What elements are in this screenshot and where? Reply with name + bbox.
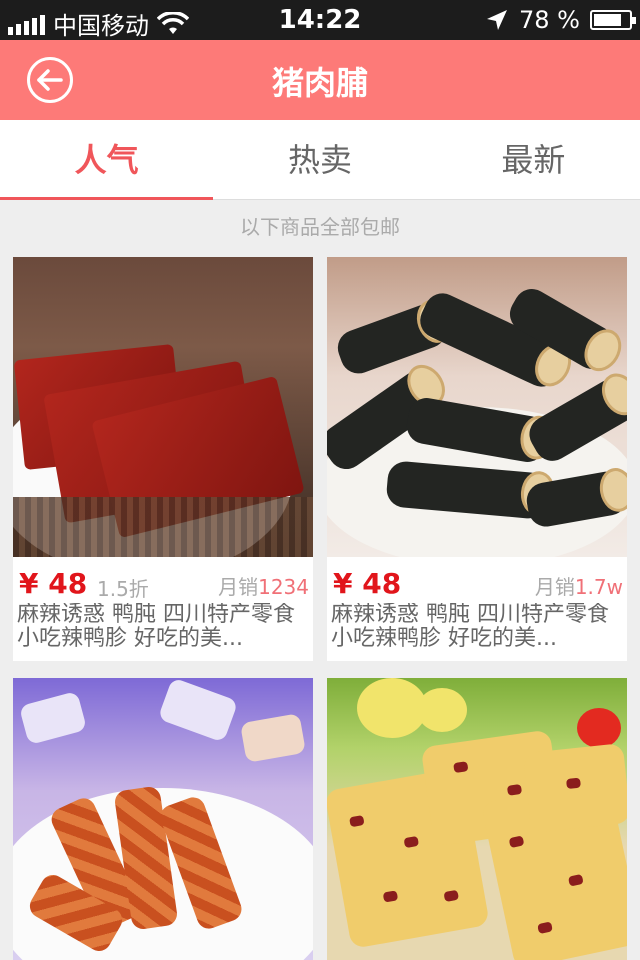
product-price: ¥ 48: [333, 567, 402, 600]
sales-value: 1234: [258, 575, 309, 599]
product-monthly-sales: 月销1234: [218, 571, 309, 600]
product-image-jerky[interactable]: [13, 257, 313, 557]
product-discount: 1.5折: [97, 577, 149, 601]
tab-bar: 人气 热卖 最新: [0, 120, 640, 200]
page-title: 猪肉脯: [271, 64, 368, 102]
sales-label: 月销: [534, 575, 575, 599]
product-description: 麻辣诱惑 鸭肫 四川特产零食小吃辣鸭胗 好吃的美...: [17, 603, 295, 651]
product-card[interactable]: [327, 678, 627, 960]
product-price: ¥ 48: [19, 567, 88, 600]
product-info: ¥ 48 1.5折 月销1234 麻辣诱惑 鸭肫 四川特产零食小吃辣鸭胗 好吃的…: [13, 557, 313, 661]
sales-value: 1.7w: [574, 575, 623, 599]
product-card[interactable]: ¥ 48 月销1.7w 麻辣诱惑 鸭肫 四川特产零食小吃辣鸭胗 好吃的美...: [327, 257, 627, 661]
product-card[interactable]: [13, 678, 313, 960]
battery-percent: 78 %: [519, 6, 580, 34]
tab-hot-sale[interactable]: 热卖: [213, 120, 426, 199]
tab-newest[interactable]: 最新: [427, 120, 640, 199]
free-shipping-notice: 以下商品全部包邮: [240, 215, 400, 239]
battery-fill: [594, 14, 621, 26]
product-image-twist-snack[interactable]: [13, 678, 313, 960]
product-image-cranberry-cookies[interactable]: [327, 678, 627, 960]
status-bar: 中国移动 14:22 78 %: [0, 0, 640, 40]
product-image-seaweed-rolls[interactable]: [327, 257, 627, 557]
product-monthly-sales: 月销1.7w: [535, 571, 623, 600]
location-arrow-icon: [487, 10, 508, 30]
product-card[interactable]: ¥ 48 1.5折 月销1234 麻辣诱惑 鸭肫 四川特产零食小吃辣鸭胗 好吃的…: [13, 257, 313, 661]
product-info: ¥ 48 月销1.7w 麻辣诱惑 鸭肫 四川特产零食小吃辣鸭胗 好吃的美...: [327, 557, 627, 661]
nav-bar: 猪肉脯: [0, 40, 640, 120]
sales-label: 月销: [218, 575, 259, 599]
battery-icon: [590, 10, 636, 30]
tab-popular[interactable]: 人气: [0, 120, 214, 200]
product-description: 麻辣诱惑 鸭肫 四川特产零食小吃辣鸭胗 好吃的美...: [331, 603, 609, 651]
